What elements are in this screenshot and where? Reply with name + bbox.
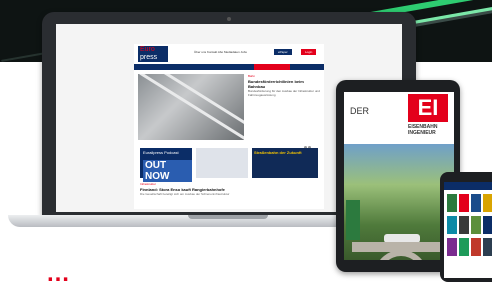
hero-title[interactable]: Bundesförderrichtlinien beim Bahnbau <box>248 79 320 89</box>
magazine-tile[interactable] <box>459 194 469 212</box>
top-nav-links[interactable]: Über uns Kontakt Abo Mediadaten Jobs <box>194 50 247 54</box>
logo-text: press <box>140 54 158 61</box>
magazine-tile[interactable] <box>483 216 492 234</box>
promo-headline: … <box>46 260 70 287</box>
rail-line <box>139 74 244 140</box>
magazine-cover-header: DER EI EISENBAHN INGENIEUR <box>344 92 454 142</box>
tablet-screen: DER EI EISENBAHN INGENIEUR <box>344 92 454 260</box>
phone-screen <box>444 182 492 278</box>
magazine-tile[interactable] <box>447 194 457 212</box>
podcast-banner[interactable]: Eurailpress Podcast OUT NOW <box>140 148 192 182</box>
site-logo[interactable]: Euro press <box>138 46 168 62</box>
site-header: Euro press Über uns Kontakt Abo Mediadat… <box>134 44 324 62</box>
logo-text: Euro <box>140 46 155 53</box>
magazine-der: DER <box>350 106 370 116</box>
podcast-cta[interactable]: OUT NOW <box>143 160 192 182</box>
epaper-button[interactable]: ePaper <box>274 49 292 55</box>
cover-sidebar <box>346 200 360 240</box>
phone <box>440 172 492 282</box>
magazine-tile[interactable] <box>447 238 457 256</box>
podcast-label: Eurailpress Podcast <box>143 150 179 155</box>
magazine-logo: EI <box>408 94 448 122</box>
magazine-tile[interactable] <box>459 216 469 234</box>
hero-article[interactable]: Bahn Bundesförderrichtlinien beim Bahnba… <box>248 74 320 97</box>
magazine-tile[interactable] <box>483 238 492 256</box>
news-body: Die Gesellschaft beteiligt sich am Ausba… <box>140 192 230 196</box>
hero-body: Bundesförderung für den Ausbau der Infra… <box>248 89 320 97</box>
nav-highlight[interactable] <box>254 64 290 70</box>
magazine-tile[interactable] <box>447 216 457 234</box>
hero-image[interactable] <box>138 74 244 140</box>
laptop-notch <box>188 215 268 219</box>
subtitle-line: INGENIEUR <box>408 130 436 136</box>
magazine-tile[interactable] <box>471 216 481 234</box>
magazine-tile[interactable] <box>471 238 481 256</box>
main-nav-bar[interactable] <box>134 64 324 70</box>
website: Euro press Über uns Kontakt Abo Mediadat… <box>134 44 324 209</box>
promo-text: Straßenbahn der Zukunft <box>254 150 302 155</box>
magazine-tile[interactable] <box>459 238 469 256</box>
magazine-subtitle: EISENBAHN INGENIEUR <box>408 124 437 136</box>
magazine-tile[interactable] <box>483 194 492 212</box>
magazine-cover-photo <box>344 144 454 260</box>
login-button[interactable]: Login <box>301 49 317 55</box>
promo-banner[interactable]: Straßenbahn der Zukunft <box>252 148 318 178</box>
magazine-tile[interactable] <box>471 194 481 212</box>
news-item[interactable]: Infrastruktur Finnland: Stora Enso kauft… <box>140 182 316 196</box>
webcam-icon <box>227 17 231 21</box>
ad-banner[interactable] <box>196 148 248 178</box>
phone-header <box>444 182 492 190</box>
